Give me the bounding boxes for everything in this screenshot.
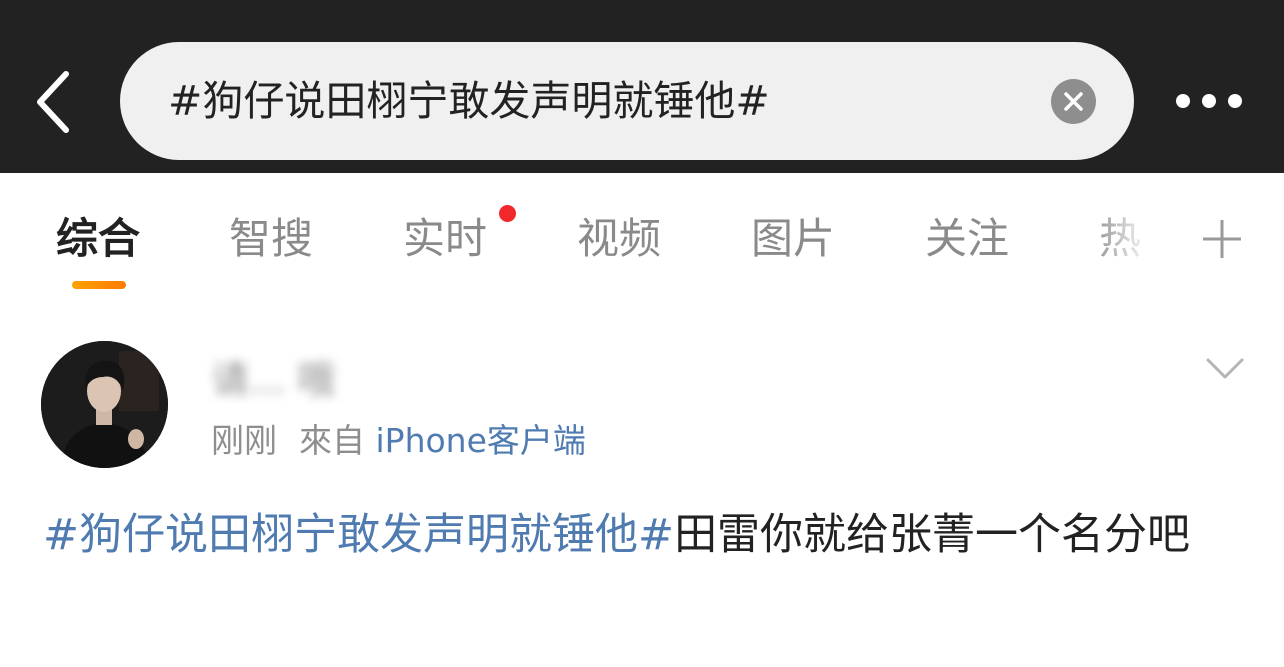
tab-following[interactable]: 关注 [925,211,1009,267]
hashtag-link[interactable]: #狗仔说田栩宁敢发声明就锤他# [43,510,674,560]
top-bar: #狗仔说田栩宁敢发声明就锤他# [0,0,1284,173]
more-dot-icon [1202,94,1216,108]
chevron-left-icon [37,71,69,133]
post-meta: 刚刚 來自 iPhone客户端 [211,418,586,464]
source-link[interactable]: iPhone客户端 [376,421,586,460]
tab-video[interactable]: 视频 [577,211,661,267]
username[interactable]: 请... 哦 [211,352,335,408]
add-tab-button[interactable] [1200,217,1244,261]
post-time: 刚刚 [211,421,277,460]
more-dot-icon [1176,94,1190,108]
clear-search-button[interactable] [1051,79,1096,124]
search-input[interactable]: #狗仔说田栩宁敢发声明就锤他# [168,42,770,160]
post-content: 田雷你就给张菁一个名分吧 [674,510,1191,560]
avatar[interactable] [41,341,168,468]
notification-dot [499,205,516,222]
tab-bar: 综合 智搜 实时 视频 图片 关注 热 [0,173,1284,303]
tab-hot[interactable]: 热 [1099,211,1141,267]
post-text: #狗仔说田栩宁敢发声明就锤他#田雷你就给张菁一个名分吧 [43,500,1243,570]
chevron-down-icon [1206,358,1244,379]
plus-icon [1203,220,1241,258]
tab-realtime[interactable]: 实时 [403,211,487,267]
tab-images[interactable]: 图片 [751,211,835,267]
active-tab-indicator [72,281,126,289]
source-prefix: 來自 [299,421,365,460]
tab-comprehensive[interactable]: 综合 [56,211,140,267]
back-button[interactable] [28,66,80,138]
search-box[interactable]: #狗仔说田栩宁敢发声明就锤他# [120,42,1134,160]
user-avatar-image [41,341,168,468]
post-menu-button[interactable] [1204,354,1246,384]
close-icon [1064,92,1083,111]
more-dot-icon [1228,94,1242,108]
tab-smart-search[interactable]: 智搜 [229,211,313,267]
more-options-button[interactable] [1168,82,1252,120]
